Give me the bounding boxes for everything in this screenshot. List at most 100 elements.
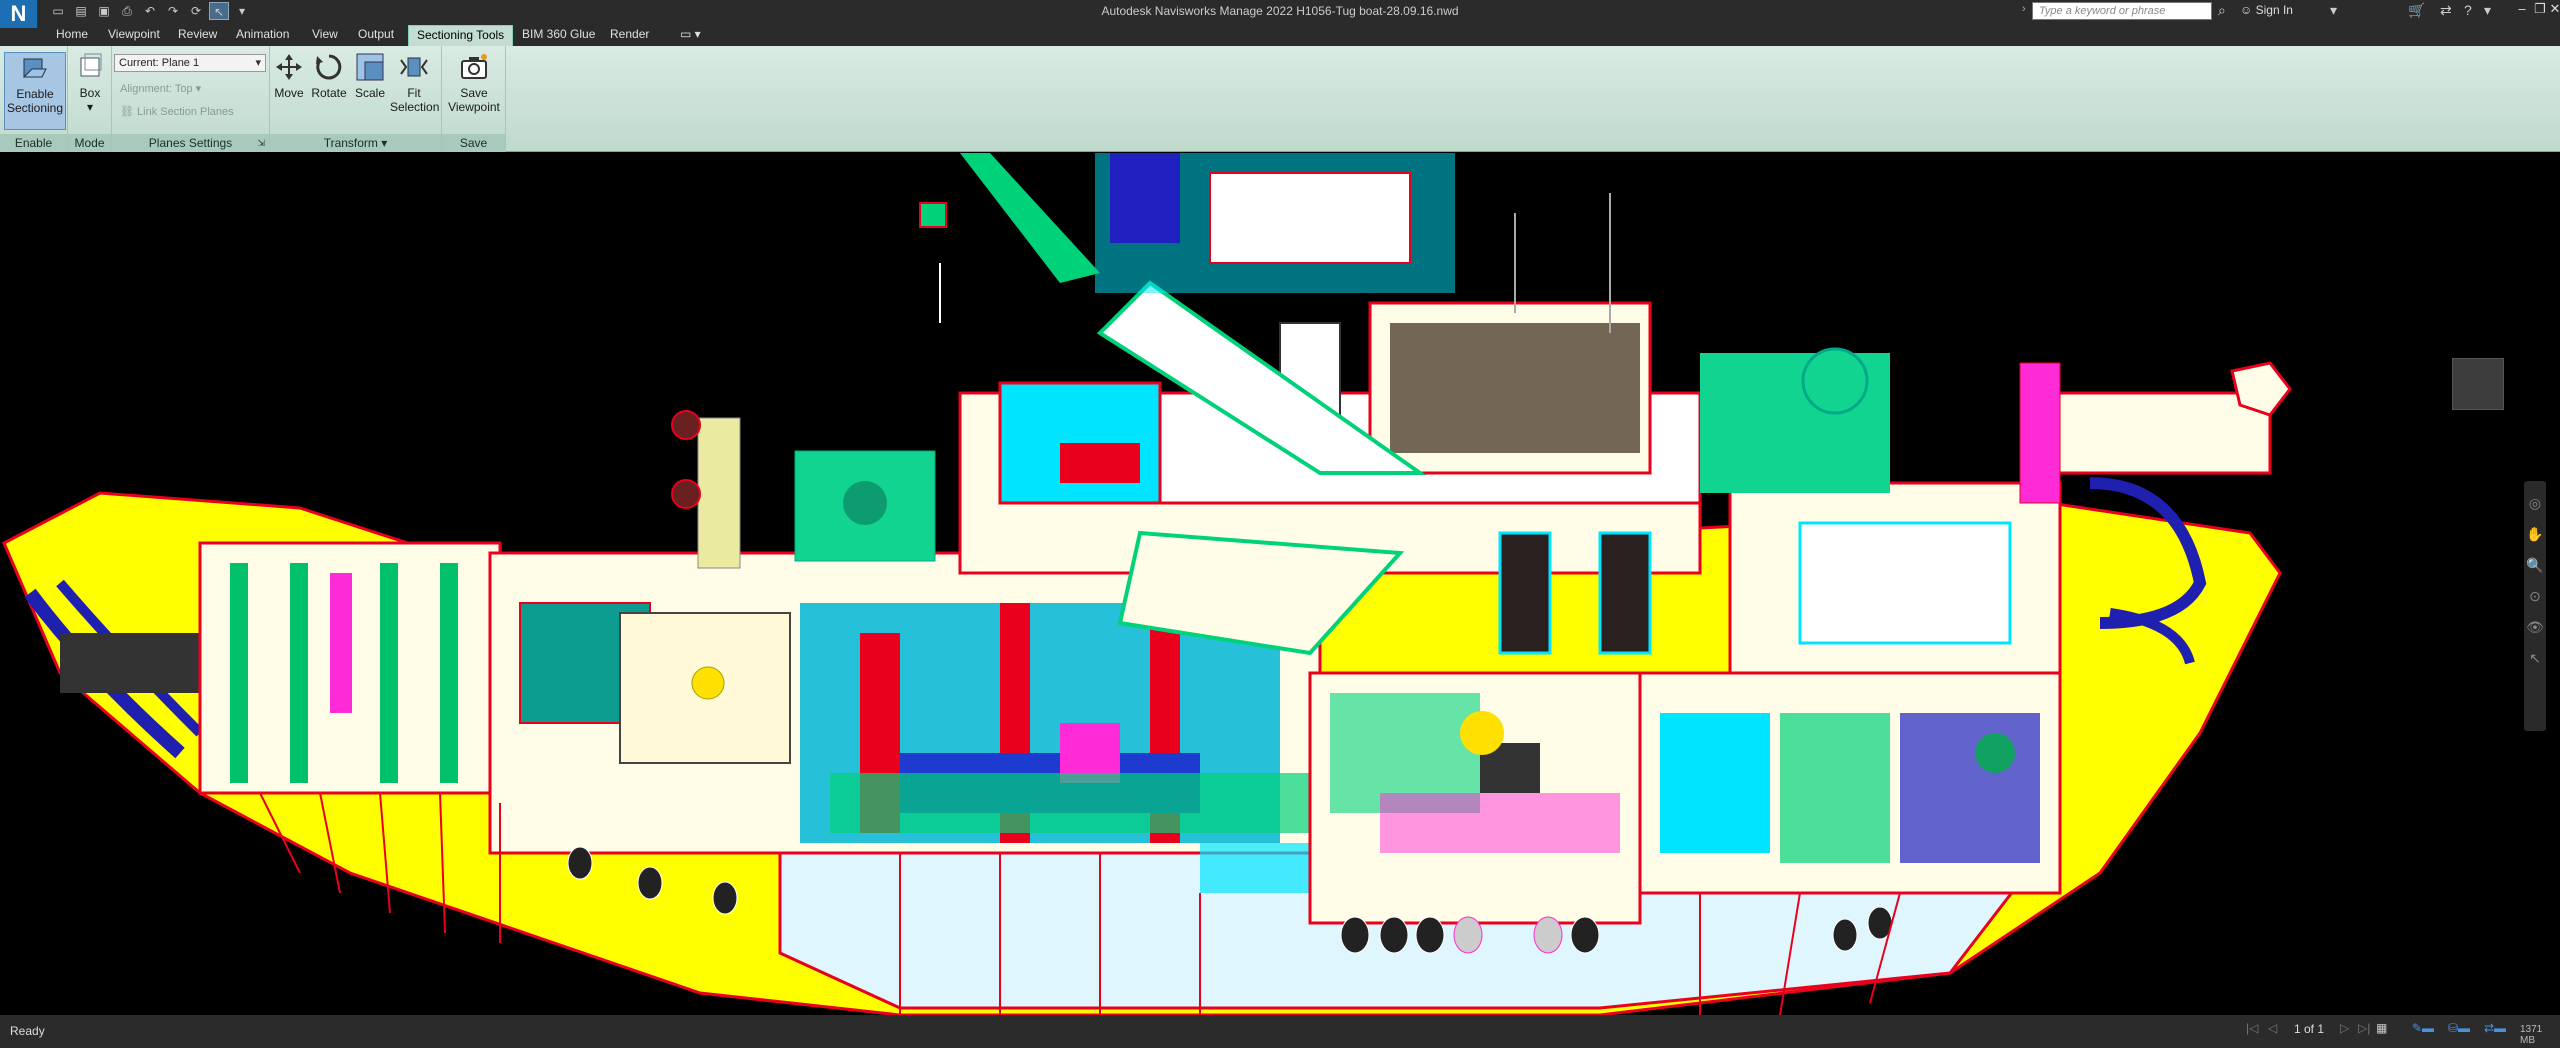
status-text: Ready [10,1024,45,1038]
enable-sectioning-button[interactable]: Enable Sectioning [4,52,66,130]
move-label: Move [274,86,304,100]
tab-viewpoint[interactable]: Viewpoint [100,25,168,46]
tab-bim-360-glue[interactable]: BIM 360 Glue [514,25,603,46]
tab-output[interactable]: Output [350,25,402,46]
ribbon-tabs: Home Viewpoint Review Animation View Out… [0,22,2560,46]
alignment-dropdown[interactable]: Alignment: Top ▾ [120,82,201,95]
enable-group: Enable Sectioning Enable [0,46,68,152]
exchange-icon[interactable]: ⇄ [2440,2,2452,19]
tab-sectioning-tools[interactable]: Sectioning Tools [408,25,514,46]
new-file-icon[interactable]: ▭ [48,2,68,20]
open-file-icon[interactable]: ▤ [71,2,91,20]
mode-group: Box ▾ Mode [68,46,112,152]
orbit-icon[interactable]: ⊙ [2524,588,2546,605]
transform-label: Transform [323,136,378,150]
redo-icon[interactable]: ↷ [163,2,183,20]
help-search-input[interactable]: Type a keyword or phrase [2032,2,2212,20]
last-page-icon[interactable]: ▷| [2358,1021,2370,1035]
scale-button[interactable]: Scale [350,52,390,100]
tab-animation[interactable]: Animation [228,25,297,46]
transform-group-label[interactable]: Transform ▾ [270,134,441,152]
look-icon[interactable]: 👁 [2524,619,2546,636]
next-page-icon[interactable]: ▷ [2340,1021,2349,1035]
first-page-icon[interactable]: |◁ [2246,1021,2258,1035]
link-icon: ⛓ [120,106,134,118]
tab-render[interactable]: Render [602,25,657,46]
application-menu-button[interactable]: N [0,0,38,28]
customize-qat-icon[interactable]: ▾ [232,2,252,20]
close-icon[interactable]: ✕ [2545,1,2560,17]
fit-label: Fit [407,86,421,100]
refresh-icon[interactable]: ⟳ [186,2,206,20]
sheet-browser-icon[interactable]: ▦ [2376,1021,2387,1035]
sectioning-icon [22,58,47,78]
box-icon [80,53,102,77]
fit-selection-icon [400,57,428,77]
select-tool-icon[interactable]: ↖ [2524,650,2546,667]
print-icon[interactable]: ⎙ [117,2,137,20]
quick-access-toolbar: ▭ ▤ ▣ ⎙ ↶ ↷ ⟳ ↖ ▾ [48,2,252,20]
rotate-icon [316,54,342,80]
disk-progress-icon: ⛁▬ [2448,1021,2471,1035]
title-bar: N ▭ ▤ ▣ ⎙ ↶ ↷ ⟳ ↖ ▾ Autodesk Navisworks … [0,0,2560,28]
box-dropdown-icon: ▾ [86,100,94,114]
planes-settings-label: Planes Settings [148,136,233,150]
ribbon-display-options-icon[interactable]: ▭ ▾ [672,25,709,46]
sectioned-tug-boat-model [2,153,2292,1015]
box-mode-button[interactable]: Box ▾ [72,52,108,114]
rotate-button[interactable]: Rotate [308,52,350,100]
zoom-icon[interactable]: 🔍 [2524,557,2546,574]
scale-icon [356,53,384,81]
box-label: Box [79,86,101,100]
tab-view[interactable]: View [304,25,346,46]
sectioning-label: Sectioning [6,101,64,115]
pan-icon[interactable]: ✋ [2524,526,2546,543]
enable-label: Enable [16,87,54,101]
dialog-launcher-icon[interactable]: ⇲ [257,134,265,152]
save-viewpoint-button[interactable]: Save Viewpoint [446,52,502,114]
link-section-planes-toggle[interactable]: ⛓ Link Section Planes [120,105,234,118]
navigation-bar: ◎ ✋ 🔍 ⊙ 👁 ↖ [2524,481,2546,731]
fit-selection-button[interactable]: Fit Selection [390,52,439,114]
help-dropdown-icon[interactable]: ▾ [2484,2,2491,19]
save-icon[interactable]: ▣ [94,2,114,20]
move-icon [276,54,302,80]
sign-in-button[interactable]: ☺ Sign In [2240,3,2293,17]
pencil-progress-icon: ✎▬ [2412,1021,2435,1035]
viewcube[interactable] [2452,358,2504,410]
enable-group-label: Enable [0,134,67,152]
tab-home[interactable]: Home [48,25,96,46]
chevron-down-icon: ▾ [255,57,261,69]
current-plane-value: Current: Plane 1 [119,57,200,69]
user-icon: ☺ [2240,3,2256,17]
mode-group-label: Mode [68,134,111,152]
select-icon[interactable]: ↖ [209,2,229,20]
search-icon[interactable]: ⌕ [2218,2,2226,19]
sign-in-dropdown-icon[interactable]: ▾ [2330,2,2337,19]
3d-viewport[interactable]: ◎ ✋ 🔍 ⊙ 👁 ↖ [0,153,2560,1015]
viewpoint-label: Viewpoint [448,100,500,114]
search-expand-icon[interactable]: › [2022,3,2026,15]
previous-page-icon[interactable]: ◁ [2268,1021,2277,1035]
status-bar: Ready |◁ ◁ 1 of 1 ▷ ▷| ▦ ✎▬ ⛁▬ ⇄▬ 1371 M… [0,1015,2560,1048]
planes-settings-group-label[interactable]: Planes Settings ⇲ [112,134,269,152]
tab-review[interactable]: Review [170,25,225,46]
rotate-label: Rotate [311,86,347,100]
memory-usage: 1371 MB [2520,1024,2543,1046]
save-group-label: Save [442,134,505,152]
undo-icon[interactable]: ↶ [140,2,160,20]
steering-wheel-icon[interactable]: ◎ [2524,495,2546,512]
cart-icon[interactable]: 🛒 [2408,2,2425,19]
planes-settings-group: Current: Plane 1 ▾ Alignment: Top ▾ ⛓ Li… [112,46,270,152]
current-plane-select[interactable]: Current: Plane 1 ▾ [114,54,266,72]
link-label: Link Section Planes [137,106,234,118]
transform-group: Move Rotate Scale Fit Selection Transfor… [270,46,442,152]
ribbon-panel: Enable Sectioning Enable Box ▾ Mode Curr… [0,46,2560,152]
help-icon[interactable]: ? [2464,2,2472,18]
transform-dropdown-icon: ▾ [381,136,388,150]
minimize-icon[interactable]: – [2512,1,2532,16]
sign-in-label: Sign In [2255,3,2293,17]
camera-icon [461,54,487,79]
move-button[interactable]: Move [272,52,306,100]
alignment-label: Alignment: Top [120,83,193,95]
